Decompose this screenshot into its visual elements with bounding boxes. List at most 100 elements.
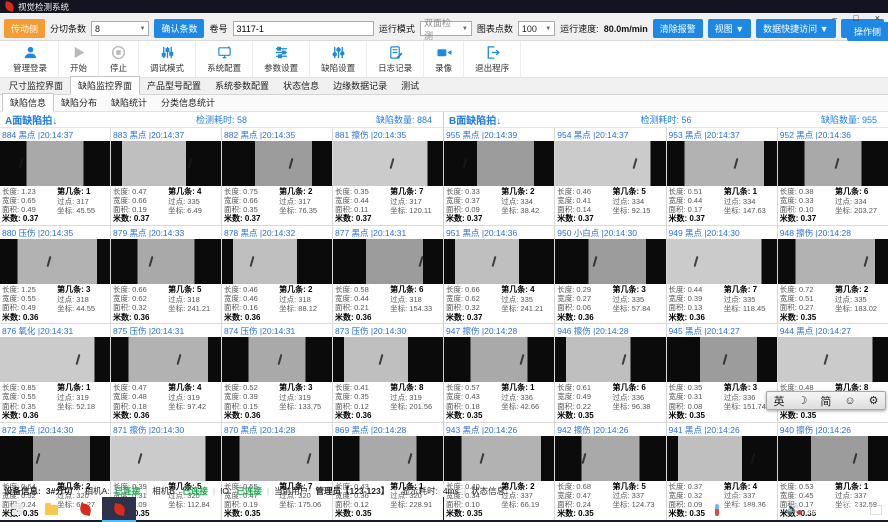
action-play-button[interactable]: 开始 xyxy=(59,41,99,77)
subtab-2[interactable]: 缺陷统计 xyxy=(104,94,154,111)
ime-settings-gear-icon[interactable]: ⚙ xyxy=(869,394,879,407)
weather-text[interactable]: 气温下降 xyxy=(728,503,764,516)
defect-cell[interactable]: 943 黑点 |20:14:26 长度: 0.40 宽度: 0.34 面积: 0… xyxy=(444,423,554,520)
ime-language-bar[interactable]: 英 ☽ 简 ☺ ⚙ xyxy=(766,391,886,410)
defect-cell[interactable]: 880 压伤 |20:14:35 长度: 1.25 宽度: 0.55 面积: 0… xyxy=(0,226,110,323)
action-sliders-v-button[interactable]: 调试模式 xyxy=(139,41,196,77)
defect-cell[interactable]: 945 黑点 |20:14:27 长度: 0.35 宽度: 0.31 面积: 0… xyxy=(667,324,777,421)
defect-cell[interactable]: 874 压伤 |20:14:31 长度: 0.52 宽度: 0.39 面积: 0… xyxy=(222,324,332,421)
defect-cell[interactable]: 947 擦伤 |20:14:28 长度: 0.57 宽度: 0.43 面积: 0… xyxy=(444,324,554,421)
tab-5[interactable]: 边缘数据记录 xyxy=(326,77,394,94)
app-title: 视觉检测系统 xyxy=(18,1,69,13)
confirm-count-button[interactable]: 确认条数 xyxy=(154,19,204,38)
roll-number-label: 卷号 xyxy=(209,22,227,35)
tab-4[interactable]: 状态信息 xyxy=(276,77,326,94)
chart-points-select[interactable]: 100▼ xyxy=(518,21,555,36)
view-menu-button[interactable]: 视图 ▼ xyxy=(708,19,751,38)
action-exit-button[interactable]: 退出程序 xyxy=(464,41,521,77)
action-monitor-button[interactable]: 系统配置 xyxy=(196,41,253,77)
clock[interactable]: 20:14 2025/2/10 xyxy=(825,500,861,520)
roll-number-input[interactable] xyxy=(233,21,374,36)
defect-strip-number: 第几条: 8 xyxy=(390,383,441,393)
action-sliders-h-button[interactable]: 参数设置 xyxy=(253,41,310,77)
defect-cell[interactable]: 878 黑点 |20:14:32 长度: 0.46 宽度: 0.46 面积: 0… xyxy=(222,226,332,323)
subtab-0[interactable]: 缺陷信息 xyxy=(2,93,54,112)
action-user-button[interactable]: 管理登录 xyxy=(2,41,59,77)
tab-2[interactable]: 产品型号配置 xyxy=(140,77,208,94)
defect-cell[interactable]: 869 黑点 |20:14:28 长度: 0.43 宽度: 0.36 面积: 0… xyxy=(333,423,443,520)
defect-cell-header: 950 小白点 |20:14:30 xyxy=(555,226,665,239)
subtab-1[interactable]: 缺陷分布 xyxy=(54,94,104,111)
run-mode-select[interactable]: 双面检测▼ xyxy=(420,21,472,36)
defect-cell[interactable]: 873 压伤 |20:14:30 长度: 0.41 宽度: 0.35 面积: 0… xyxy=(333,324,443,421)
action-log-button[interactable]: 日志记录 xyxy=(367,41,424,77)
defect-cell-header: 871 擦伤 |20:14:30 xyxy=(111,423,221,436)
defect-strip-number: 第几条: 3 xyxy=(57,285,108,295)
action-sliders-v2-button[interactable]: 缺陷设置 xyxy=(310,41,367,77)
defect-cell[interactable]: 950 小白点 |20:14:30 长度: 0.29 宽度: 0.27 面积: … xyxy=(555,226,665,323)
action-stop-button[interactable]: 停止 xyxy=(99,41,139,77)
panel-title: B面缺陷拍↓ xyxy=(449,112,592,127)
defect-cell[interactable]: 942 擦伤 |20:14:26 长度: 0.68 宽度: 0.47 面积: 0… xyxy=(555,423,665,520)
defect-cell[interactable]: 954 黑点 |20:14:37 长度: 0.46 宽度: 0.41 面积: 0… xyxy=(555,128,665,225)
tab-3[interactable]: 系统参数配置 xyxy=(208,77,276,94)
defect-cell[interactable]: 879 黑点 |20:14:33 长度: 0.66 宽度: 0.62 面积: 0… xyxy=(111,226,221,323)
defect-cell[interactable]: 953 黑点 |20:14:37 长度: 0.51 宽度: 0.44 面积: 0… xyxy=(667,128,777,225)
defect-pass-point: 过点: 335 xyxy=(724,295,775,304)
panels: A面缺陷拍↓ 检测耗时: 58 缺陷数量: 884 884 黑点 |20:14:… xyxy=(0,112,888,483)
tray-expand-caret[interactable]: ^ xyxy=(773,505,777,515)
language-indicator[interactable]: 英 xyxy=(807,503,816,516)
defect-cell[interactable]: 949 黑点 |20:14:30 长度: 0.44 宽度: 0.39 面积: 0… xyxy=(667,226,777,323)
defect-cell[interactable]: 884 黑点 |20:14:37 长度: 1.23 宽度: 0.65 面积: 0… xyxy=(0,128,110,225)
action-camera-button[interactable]: 录像 xyxy=(424,41,464,77)
tab-6[interactable]: 测试 xyxy=(394,77,426,94)
emoji-icon[interactable]: ☺ xyxy=(844,395,855,407)
speed-value: 80.0m/min xyxy=(604,24,648,34)
defect-cell[interactable]: 883 黑点 |20:14:37 长度: 0.47 宽度: 0.66 面积: 0… xyxy=(111,128,221,225)
moon-icon[interactable]: ☽ xyxy=(798,394,808,407)
tab-1[interactable]: 缺陷监控界面 xyxy=(70,76,140,95)
data-quick-access-button[interactable]: 数据快捷访问 ▼ xyxy=(756,19,835,38)
defect-cell[interactable]: 946 擦伤 |20:14:28 长度: 0.61 宽度: 0.49 面积: 0… xyxy=(555,324,665,421)
maximize-button[interactable]: □ xyxy=(853,14,858,23)
simplified-chinese-icon[interactable]: 简 xyxy=(820,393,831,409)
defect-coordinate: 坐标: 120.11 xyxy=(390,206,441,215)
start-button[interactable] xyxy=(0,497,34,522)
english-mode-icon[interactable]: 英 xyxy=(774,393,785,409)
minimize-button[interactable]: – xyxy=(832,14,837,23)
notification-center-icon[interactable] xyxy=(870,505,882,515)
defect-strip-number: 第几条: 1 xyxy=(724,187,775,197)
file-explorer-button[interactable] xyxy=(34,497,68,522)
defect-image xyxy=(333,239,443,284)
defect-cell[interactable]: 955 黑点 |20:14:39 长度: 0.33 宽度: 0.37 面积: 0… xyxy=(444,128,554,225)
defect-strip-number: 第几条: 6 xyxy=(390,285,441,295)
defect-cell[interactable]: 876 氧化 |20:14:31 长度: 0.85 宽度: 0.55 面积: 0… xyxy=(0,324,110,421)
operate-side-button[interactable]: 操作侧 xyxy=(847,22,888,41)
slit-count-select[interactable]: 8▼ xyxy=(91,21,149,36)
defect-meters: 米数: 0.37 xyxy=(335,214,390,224)
close-button[interactable]: × xyxy=(875,14,880,23)
volume-icon[interactable]: 🔊 xyxy=(786,504,798,515)
defect-image xyxy=(222,337,332,382)
defect-image xyxy=(333,436,443,481)
defect-image xyxy=(667,337,777,382)
defect-image xyxy=(778,239,888,284)
app-shortcut-button[interactable] xyxy=(68,497,102,522)
inspection-app-button[interactable] xyxy=(102,497,136,522)
subtab-3[interactable]: 分类信息统计 xyxy=(154,94,222,111)
tab-0[interactable]: 尺寸监控界面 xyxy=(2,77,70,94)
defect-cell[interactable]: 881 擦伤 |20:14:35 长度: 0.35 宽度: 0.44 面积: 0… xyxy=(333,128,443,225)
defect-cell[interactable]: 875 压伤 |20:14:31 长度: 0.47 宽度: 0.48 面积: 0… xyxy=(111,324,221,421)
defect-cell[interactable]: 877 黑点 |20:14:31 长度: 0.58 宽度: 0.44 面积: 0… xyxy=(333,226,443,323)
defect-cell[interactable]: 952 黑点 |20:14:36 长度: 0.38 宽度: 0.33 面积: 0… xyxy=(778,128,888,225)
defect-coordinate: 坐标: 76.35 xyxy=(279,206,330,215)
defect-cell[interactable]: 882 黑点 |20:14:35 长度: 0.75 宽度: 0.66 面积: 0… xyxy=(222,128,332,225)
defect-cell[interactable]: 951 黑点 |20:14:36 长度: 0.66 宽度: 0.62 面积: 0… xyxy=(444,226,554,323)
defect-cell[interactable]: 948 擦伤 |20:14:28 长度: 0.72 宽度: 0.51 面积: 0… xyxy=(778,226,888,323)
defect-strip-number: 第几条: 1 xyxy=(501,383,552,393)
clear-alarm-button[interactable]: 清除报警 xyxy=(653,19,703,38)
defect-cell[interactable]: 870 黑点 |20:14:28 长度: 0.55 宽度: 0.47 面积: 0… xyxy=(222,423,332,520)
defect-cell-header: 872 黑点 |20:14:30 xyxy=(0,423,110,436)
drive-side-button[interactable]: 传动侧 xyxy=(4,19,45,38)
defect-coordinate: 坐标: 92.15 xyxy=(613,206,664,215)
